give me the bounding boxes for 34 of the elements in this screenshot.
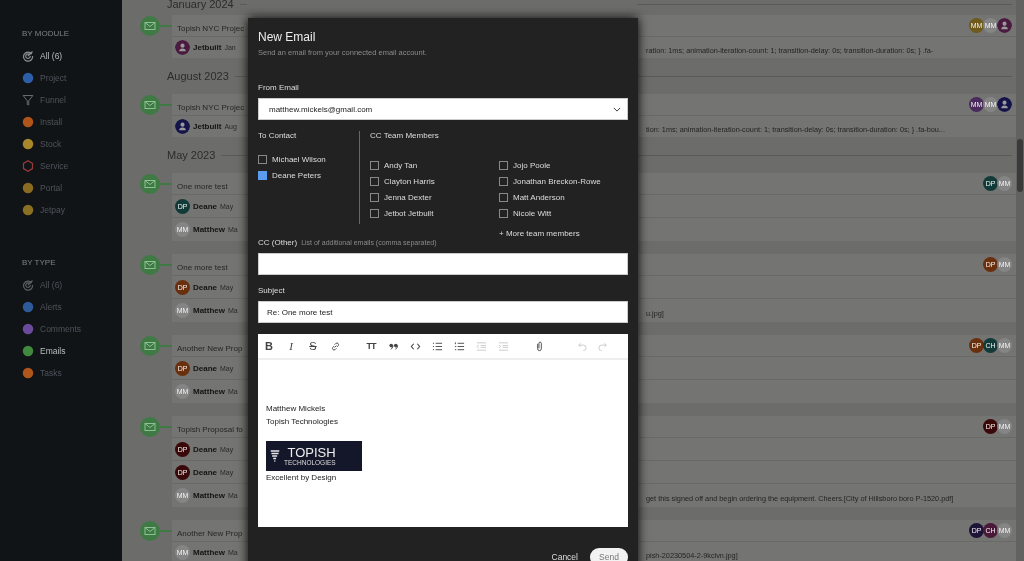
signature-line: Topish Technologies xyxy=(266,416,339,428)
email-subject: Topish Proposal fo xyxy=(176,424,243,434)
section-heading: BY MODULE xyxy=(22,29,70,38)
signature-line: Excellent by Design xyxy=(266,472,338,484)
sender-name: Deane xyxy=(193,363,217,373)
field-label: CC (Other) xyxy=(258,238,298,247)
email-subject: Topish NYC Projec xyxy=(176,23,245,33)
email-subject: One more test xyxy=(176,262,228,272)
field-label: To Contact xyxy=(258,131,298,140)
field-label: From Email xyxy=(258,83,300,92)
field-label: CC Team Members xyxy=(370,131,440,140)
sender-name: Matthew xyxy=(193,491,225,500)
logo-text: TOPISH xyxy=(287,446,336,459)
field-label: Subject xyxy=(258,286,286,295)
sender-name: Deane xyxy=(193,444,217,454)
email-subject: Another New Prop xyxy=(176,528,243,538)
section-heading: BY TYPE xyxy=(22,258,57,267)
email-subject: Topish NYC Projec xyxy=(176,102,245,112)
sender-name: Matthew xyxy=(193,225,225,234)
email-subject: Another New Prop xyxy=(176,343,243,353)
sender-name: Matthew xyxy=(193,387,225,396)
email-subject: One more test xyxy=(176,181,228,191)
sender-name: Deane xyxy=(193,201,217,211)
sender-name: Jetbuilt xyxy=(193,122,222,131)
signature-line: Matthew Mickels xyxy=(266,403,327,415)
month-heading: January 2024 xyxy=(167,0,234,10)
sender-name: Matthew xyxy=(193,548,225,557)
month-heading: August 2023 xyxy=(167,70,229,82)
sender-name: Deane xyxy=(193,282,217,292)
sender-name: Matthew xyxy=(193,306,225,315)
sender-name: Jetbuilt xyxy=(193,43,222,52)
month-heading: May 2023 xyxy=(167,149,216,161)
sender-name: Deane xyxy=(193,467,217,477)
dialog-title: New Email xyxy=(258,30,317,44)
